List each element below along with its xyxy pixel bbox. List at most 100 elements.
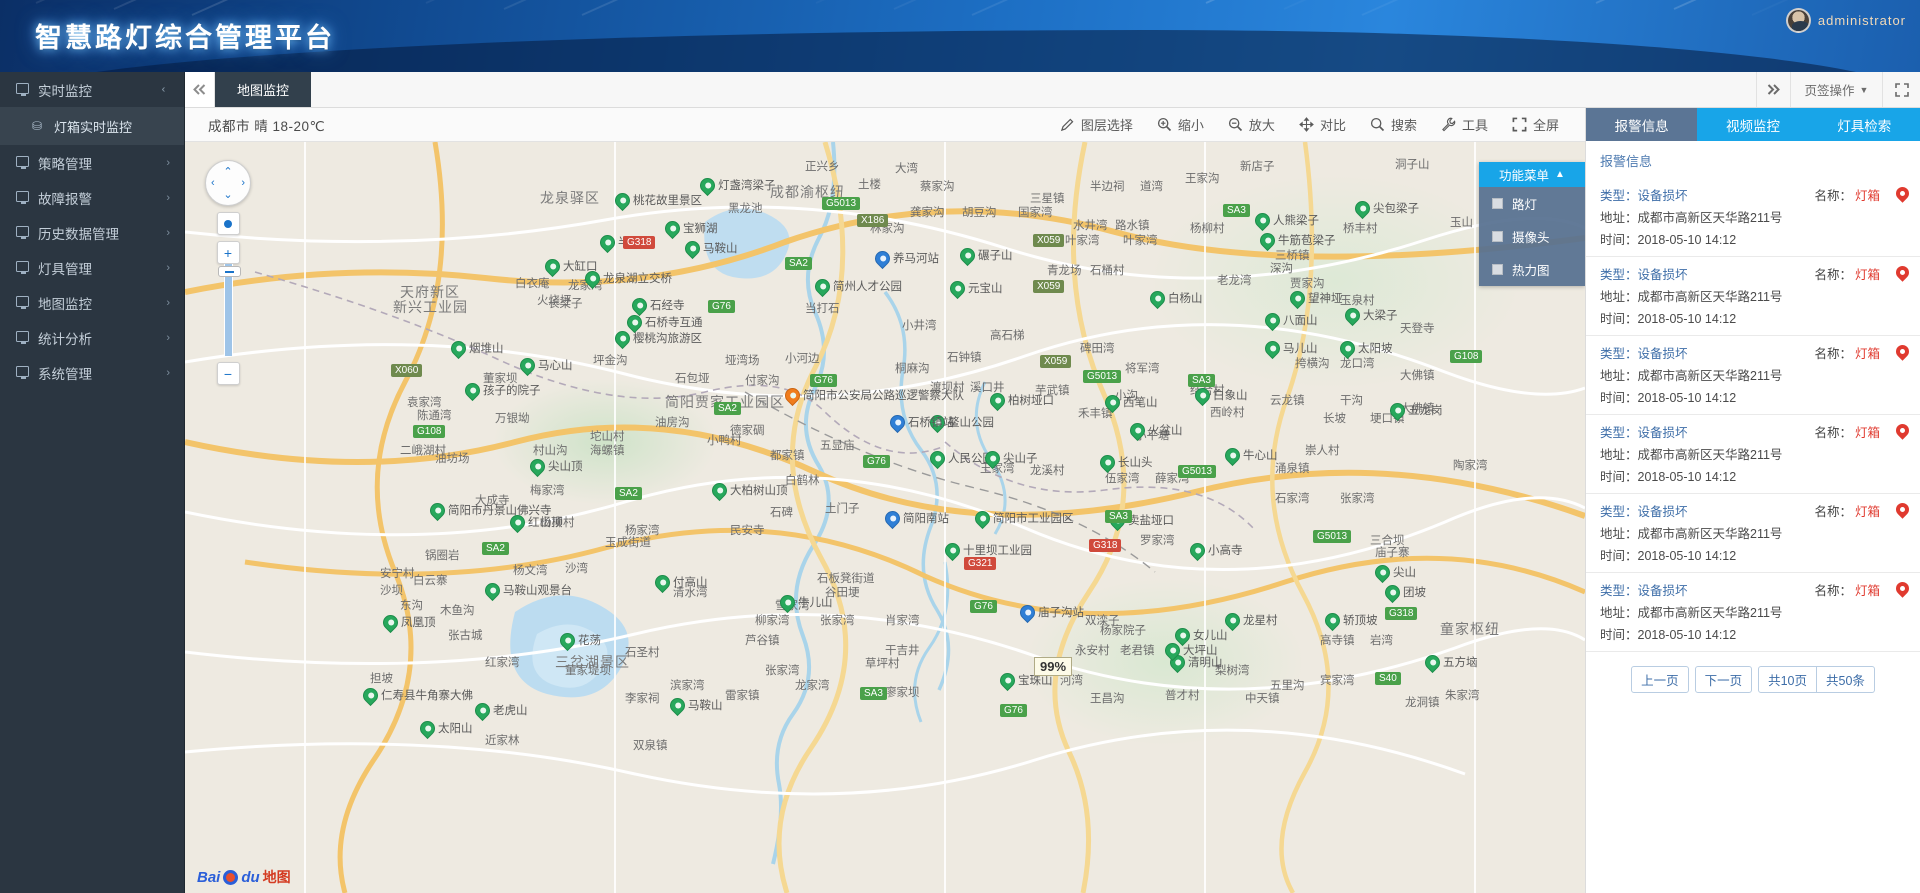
tools-button[interactable]: 工具 bbox=[1441, 115, 1488, 134]
map-fullscreen-button[interactable]: 全屏 bbox=[1512, 115, 1559, 134]
tab-lamp-search[interactable]: 灯具检索 bbox=[1808, 108, 1920, 141]
zoom-slider-track[interactable] bbox=[217, 264, 241, 356]
map-poi-marker[interactable]: 五方垴 bbox=[1421, 651, 1478, 673]
map-poi-marker[interactable]: 牛心山 bbox=[1221, 444, 1278, 466]
pan-left-icon[interactable]: ‹ bbox=[211, 177, 215, 189]
map-poi-marker[interactable]: 火盆山 bbox=[1126, 419, 1183, 441]
map-poi-marker[interactable]: 牛筋苞梁子 bbox=[1256, 229, 1336, 251]
map-poi-marker[interactable]: 轿顶坡 bbox=[1321, 609, 1378, 631]
map-poi-marker[interactable]: 马鞍山 bbox=[681, 237, 738, 259]
map-poi-marker[interactable]: 太阳山 bbox=[416, 717, 473, 739]
zoom-out-map-button[interactable]: 缩小 bbox=[1157, 115, 1204, 134]
tab-scroll-left-button[interactable]: double-chevron-left-icon bbox=[185, 72, 215, 107]
map-poi-marker[interactable]: 马鞍山观景台 bbox=[481, 579, 572, 601]
next-page-button[interactable]: 下一页 bbox=[1694, 666, 1753, 693]
tab-operations-dropdown[interactable]: 页签操作 ▼ bbox=[1790, 72, 1882, 107]
map-canvas[interactable]: 洞子山 正兴乡 大湾 土楼 蔡家沟 半边祠 道湾 王家沟 三星镇 黑龙池 新店子 龚家沟 胡豆沟 国家湾林… bbox=[185, 142, 1585, 893]
map-poi-marker[interactable]: 柏树垭口 bbox=[986, 389, 1054, 411]
map-poi-marker[interactable]: 石经寺 bbox=[628, 294, 685, 316]
search-map-button[interactable]: 搜索 bbox=[1370, 115, 1417, 134]
map-poi-marker[interactable]: 烟堆山 bbox=[447, 337, 504, 359]
tab-alarm-info[interactable]: 报警信息 bbox=[1586, 108, 1698, 141]
checkbox-streetlight[interactable] bbox=[1492, 198, 1503, 209]
map-poi-marker[interactable]: 孩子的院子 bbox=[461, 379, 541, 401]
map-poi-marker[interactable]: 长山头 bbox=[1096, 451, 1153, 473]
zoom-in-map-button[interactable]: 放大 bbox=[1228, 115, 1275, 134]
map-poi-marker[interactable]: 简州人才公园 bbox=[811, 275, 902, 297]
map-poi-marker[interactable]: 简阳南站 bbox=[881, 507, 949, 529]
function-menu-toggle[interactable]: 功能菜单 ▲ bbox=[1479, 162, 1585, 187]
locate-button[interactable] bbox=[216, 212, 240, 235]
function-option-streetlight[interactable]: 路灯 bbox=[1479, 187, 1585, 220]
user-menu[interactable]: administrator bbox=[1785, 6, 1906, 34]
map-poi-marker[interactable]: 付高山 bbox=[651, 571, 708, 593]
map-poi-marker[interactable]: 女儿山 bbox=[1171, 624, 1228, 646]
map-poi-marker[interactable]: 大坪山 bbox=[1161, 639, 1218, 661]
sidebar-item-realtime-monitor[interactable]: 实时监控 ⌄ bbox=[0, 72, 184, 107]
map-poi-marker[interactable]: 尖山子 bbox=[981, 447, 1038, 469]
checkbox-camera[interactable] bbox=[1492, 231, 1503, 242]
map-poi-marker[interactable]: 五龙岗 bbox=[1386, 399, 1443, 421]
window-fullscreen-button[interactable] bbox=[1882, 72, 1920, 107]
map-poi-marker[interactable]: 凤凰顶 bbox=[379, 611, 436, 633]
compare-button[interactable]: 对比 bbox=[1299, 115, 1346, 134]
alarm-list-item[interactable]: 类型：设备损坏 名称： 灯箱 地址：成都市高新区天华路211号 时间：2018-05-1… bbox=[1586, 257, 1920, 336]
sidebar-item-fault-alarm[interactable]: 故障报警 › bbox=[0, 180, 184, 215]
function-option-camera[interactable]: 摄像头 bbox=[1479, 220, 1585, 253]
map-poi-marker[interactable]: 大梁子 bbox=[1341, 304, 1398, 326]
zoom-out-button[interactable]: − bbox=[216, 362, 240, 385]
sidebar-item-statistics-analysis[interactable]: 统计分析 › bbox=[0, 320, 184, 355]
alarm-list-item[interactable]: 类型：设备损坏 名称： 灯箱 地址：成都市高新区天华路211号 时间：2018-05-1… bbox=[1586, 178, 1920, 257]
map-poi-marker[interactable]: 尖山 bbox=[1371, 561, 1416, 583]
sidebar-item-history-data-management[interactable]: 历史数据管理 › bbox=[0, 215, 184, 250]
map-poi-marker[interactable]: 尖包梁子 bbox=[1351, 197, 1419, 219]
map-poi-marker[interactable]: 白象山 bbox=[1191, 384, 1248, 406]
map-poi-marker[interactable]: 太阳坡 bbox=[1336, 337, 1393, 359]
checkbox-heatmap[interactable] bbox=[1492, 264, 1503, 275]
map-poi-marker[interactable]: 龙泉湖立交桥 bbox=[581, 267, 672, 289]
pan-right-icon[interactable]: › bbox=[241, 177, 245, 189]
map-poi-marker[interactable]: 简阳市工业园区 bbox=[971, 507, 1074, 529]
map-poi-marker[interactable]: 马儿山 bbox=[1261, 337, 1318, 359]
map-poi-marker[interactable]: 石桥寺互通 bbox=[623, 311, 703, 333]
pan-down-icon[interactable]: ⌄ bbox=[223, 188, 232, 201]
prev-page-button[interactable]: 上一页 bbox=[1631, 666, 1689, 693]
map-poi-marker[interactable]: 马鞍山 bbox=[666, 694, 723, 716]
map-poi-marker[interactable]: 碾子山 bbox=[956, 244, 1013, 266]
map-poi-marker[interactable]: 人熊梁子 bbox=[1251, 209, 1319, 231]
pan-compass[interactable]: ⌃ ⌄ ‹ › bbox=[205, 160, 251, 206]
sidebar-item-lamp-management[interactable]: 灯具管理 › bbox=[0, 250, 184, 285]
map-poi-marker[interactable]: 桃花故里景区 bbox=[611, 189, 702, 211]
sidebar-item-system-management[interactable]: 系统管理 › bbox=[0, 355, 184, 390]
sidebar-item-strategy-management[interactable]: 策略管理 › bbox=[0, 145, 184, 180]
map-poi-marker[interactable]: 樱桃沟旅游区 bbox=[611, 327, 702, 349]
sidebar-item-map-monitor[interactable]: 地图监控 › bbox=[0, 285, 184, 320]
tab-scroll-right-button[interactable] bbox=[1756, 72, 1790, 107]
map-poi-marker[interactable]: 马心山 bbox=[516, 354, 573, 376]
alarm-list-item[interactable]: 类型：设备损坏 名称： 灯箱 地址：成都市高新区天华路211号 时间：2018-05-1… bbox=[1586, 336, 1920, 415]
alarm-list-item[interactable]: 类型：设备损坏 名称： 灯箱 地址：成都市高新区天华路211号 时间：2018-05-1… bbox=[1586, 494, 1920, 573]
map-poi-marker[interactable]: 元宝山 bbox=[946, 277, 1003, 299]
map-poi-marker[interactable]: 老虎山 bbox=[471, 699, 528, 721]
map-poi-marker[interactable]: 仁寿县牛角寨大佛 bbox=[359, 684, 473, 706]
map-poi-marker[interactable]: 小高寺 bbox=[1186, 539, 1243, 561]
function-option-heatmap[interactable]: 热力图 bbox=[1479, 253, 1585, 286]
sidebar-item-lightbox-realtime-monitor[interactable]: ⛁ 灯箱实时监控 bbox=[0, 107, 184, 145]
map-poi-marker[interactable]: 灯盏湾梁子 bbox=[696, 174, 776, 196]
map-poi-marker[interactable]: 石桥镇站 bbox=[886, 411, 954, 433]
pan-up-icon[interactable]: ⌃ bbox=[223, 165, 232, 178]
map-poi-marker[interactable]: 团坡 bbox=[1381, 581, 1426, 603]
map-poi-marker[interactable]: 简阳市公安局公路巡逻警察大队 bbox=[781, 384, 964, 406]
map-poi-marker[interactable]: 尖山顶 bbox=[526, 455, 583, 477]
map-poi-marker[interactable]: 花荡 bbox=[556, 629, 601, 651]
alarm-list-item[interactable]: 类型：设备损坏 名称： 灯箱 地址：成都市高新区天华路211号 时间：2018-05-1… bbox=[1586, 573, 1920, 652]
zoom-slider-handle[interactable] bbox=[217, 266, 241, 277]
map-poi-marker[interactable]: 十里坝工业园 bbox=[941, 539, 1032, 561]
map-poi-marker[interactable]: 西笔山 bbox=[1101, 391, 1158, 413]
map-poi-marker[interactable]: 白杨山 bbox=[1146, 287, 1203, 309]
zoom-in-button[interactable]: + bbox=[216, 241, 240, 264]
map-poi-marker[interactable]: 庙子沟站 bbox=[1016, 601, 1084, 623]
layer-select-button[interactable]: 图层选择 bbox=[1060, 115, 1133, 134]
map-poi-marker[interactable]: 红山顶 bbox=[506, 511, 563, 533]
alarm-list-item[interactable]: 类型：设备损坏 名称： 灯箱 地址：成都市高新区天华路211号 时间：2018-05-1… bbox=[1586, 415, 1920, 494]
